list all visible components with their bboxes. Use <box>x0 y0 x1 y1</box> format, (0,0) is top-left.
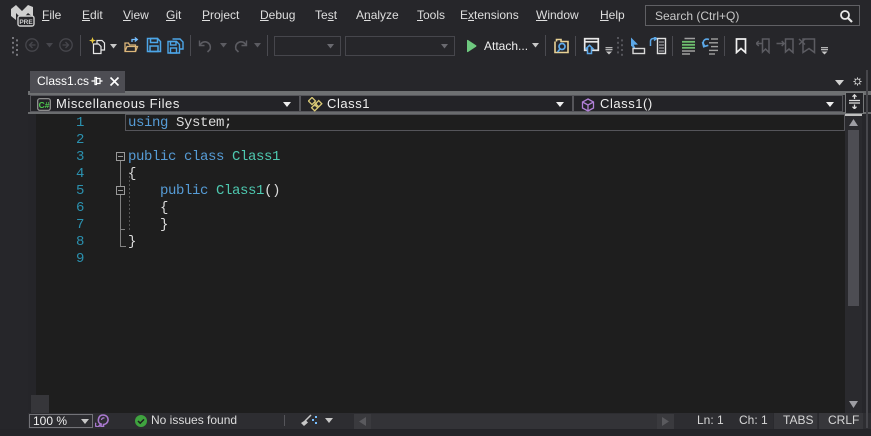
svg-text:C#: C# <box>39 100 50 110</box>
svg-text:PRE: PRE <box>19 19 33 26</box>
